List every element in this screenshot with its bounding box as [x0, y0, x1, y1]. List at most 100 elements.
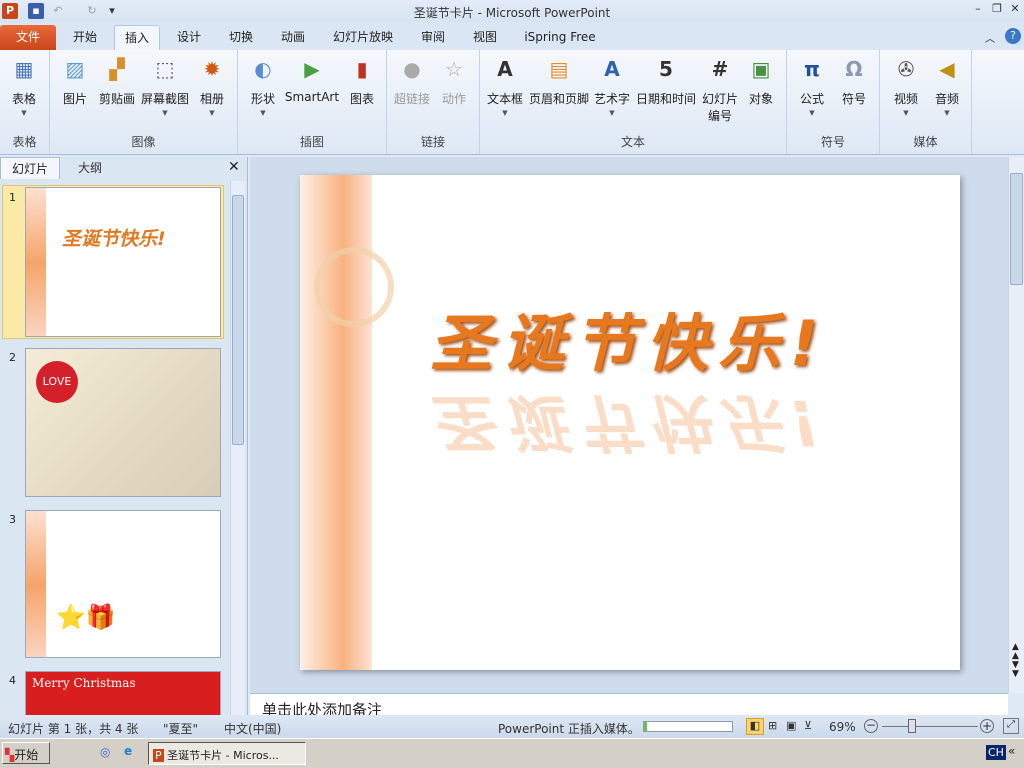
shapes-button[interactable]: ◐ 形状 ▼ [244, 54, 282, 117]
button-label: 文本框 [486, 92, 523, 106]
ribbon-insert: 表格 ▦ 表格 ▼ 图像 ▨ 图片 ▞ 剪贴画 ⬚ 屏幕截图 ▼ ✹ 相册 ▼ 插图 ◐ 形状 ▼ ▶ SmartArt… [0, 50, 1024, 155]
editor-scrollbar[interactable]: ▲ ▲ ▼ ▼ [1008, 157, 1024, 693]
photo-album-button[interactable]: ✹ 相册 ▼ [194, 54, 230, 117]
tab-7[interactable]: 审阅 [410, 25, 456, 50]
taskbar-window-powerpoint[interactable]: P 圣诞节卡片 - Micros... [148, 742, 306, 765]
textbox-button[interactable]: A 文本框 ▼ [483, 54, 527, 117]
object-button[interactable]: ▣ 对象 [744, 54, 778, 107]
wordart-button[interactable]: A 艺术字 ▼ [592, 54, 632, 117]
tray-expand-icon[interactable]: « [1008, 744, 1015, 758]
slide-count: 幻灯片 第 1 张，共 4 张 [8, 722, 139, 736]
hyperlink-button[interactable]: ● 超链接 [390, 54, 434, 107]
zoom-slider[interactable] [882, 726, 978, 727]
start-label: 开始 [14, 748, 39, 762]
group-label: 符号 [820, 135, 845, 149]
slides-scrollbar[interactable] [230, 181, 245, 715]
smartart-button[interactable]: ▶ SmartArt [283, 54, 341, 104]
tab-outline[interactable]: 大纲 [60, 157, 120, 179]
normal-view-icon[interactable]: ◧ [746, 718, 764, 735]
slide-sorter-icon[interactable]: ⊞ [768, 719, 777, 732]
title-bar: P ▪ ↶ ↻ ▾ 圣诞节卡片 - Microsoft PowerPoint –… [0, 0, 1024, 22]
chart-button[interactable]: ▮ 图表 [344, 54, 380, 107]
scrollbar-thumb[interactable] [1010, 173, 1023, 285]
scrollbar-thumb[interactable] [232, 195, 244, 445]
zoom-slider-thumb[interactable] [908, 719, 916, 733]
fit-to-window-icon[interactable]: ⤢ [1003, 718, 1019, 734]
close-button[interactable]: ✕ [1007, 2, 1023, 16]
slide-thumbnail-3[interactable]: ⭐🎁 [25, 510, 221, 658]
action-button[interactable]: ☆ 动作 [436, 54, 472, 107]
taskbar: ▚开始 ◎ e P 圣诞节卡片 - Micros... CH « [0, 738, 1024, 768]
tab-3[interactable]: 设计 [166, 25, 212, 50]
button-label: 图表 [349, 92, 374, 106]
symbol-icon: Ω [845, 57, 863, 81]
tab-slides[interactable]: 幻灯片 [0, 157, 60, 179]
button-label: 幻灯片编号 [701, 92, 738, 123]
equation-button[interactable]: π 公式 ▼ [794, 54, 830, 117]
tab-1[interactable]: 开始 [60, 25, 110, 50]
group-label: 链接 [420, 135, 445, 149]
quicklaunch-icon[interactable]: ◎ [100, 745, 110, 759]
symbol-button[interactable]: Ω 符号 [836, 54, 872, 107]
reading-view-icon[interactable]: ▣ [786, 719, 796, 732]
slide-thumbnail-4[interactable]: Merry Christmas [25, 671, 221, 715]
button-label: 表格 [11, 92, 36, 106]
table-button[interactable]: ▦ 表格 ▼ [2, 54, 46, 117]
language[interactable]: 中文(中国) [224, 720, 281, 737]
chevron-down-icon: ▼ [502, 109, 508, 117]
clipart-icon: ▞ [109, 57, 125, 81]
button-label: 公式 [799, 92, 824, 106]
slide-thumbnail-2[interactable]: LOVE [25, 348, 221, 497]
slideshow-icon[interactable]: ⊻ [804, 719, 812, 732]
picture-button[interactable]: ▨ 图片 [55, 54, 95, 107]
close-panel-icon[interactable]: ✕ [228, 159, 240, 175]
slide-number: 2 [9, 351, 16, 364]
slide-number-button[interactable]: # 幻灯片编号 [698, 54, 742, 124]
audio-icon: ◀ [939, 57, 955, 81]
group-label: 表格 [12, 135, 37, 149]
slide-canvas[interactable]: 圣诞节快乐! 圣诞节快乐! [300, 175, 960, 670]
help-icon[interactable]: ? [1005, 28, 1021, 44]
prev-next-slide-icons[interactable]: ▲ ▲ ▼ ▼ [1012, 643, 1019, 679]
button-label: 对象 [748, 92, 773, 106]
start-button[interactable]: ▚开始 [2, 742, 50, 764]
minimize-button[interactable]: – [970, 2, 986, 16]
tab-5[interactable]: 动画 [270, 25, 316, 50]
tab-9[interactable]: iSpring Free [514, 25, 606, 50]
screenshot-button[interactable]: ⬚ 屏幕截图 ▼ [140, 54, 190, 117]
zoom-level[interactable]: 69% [829, 720, 856, 734]
datetime-button[interactable]: 5 日期和时间 [634, 54, 698, 107]
minimize-ribbon-icon[interactable]: ︿ [985, 30, 995, 45]
clipart-button[interactable]: ▞ 剪贴画 [96, 54, 138, 107]
audio-button[interactable]: ◀ 音频 ▼ [930, 54, 964, 117]
chevron-down-icon: ▼ [162, 109, 168, 117]
button-label: SmartArt [284, 90, 340, 104]
equation-icon: π [804, 57, 820, 81]
video-button[interactable]: ✇ 视频 ▼ [884, 54, 928, 117]
button-label: 动作 [441, 92, 466, 106]
notes-pane[interactable]: 单击此处添加备注 [250, 693, 1008, 715]
internet-explorer-icon[interactable]: e [124, 744, 132, 758]
button-label: 形状 [250, 92, 275, 106]
zoom-in-button[interactable]: + [980, 719, 994, 733]
ring-decoration [314, 247, 394, 327]
slide-title-reflection: 圣诞节快乐! [430, 386, 829, 459]
slide-title[interactable]: 圣诞节快乐! [430, 293, 828, 383]
tab-6[interactable]: 幻灯片放映 [322, 25, 404, 50]
zoom-out-button[interactable]: − [864, 719, 878, 733]
ime-indicator[interactable]: CH [986, 745, 1006, 760]
tab-8[interactable]: 视图 [462, 25, 508, 50]
button-label: 图片 [62, 92, 87, 106]
screenshot-icon: ⬚ [155, 57, 175, 81]
restore-button[interactable]: ❐ [989, 2, 1005, 16]
theme-name[interactable]: "夏至" [163, 720, 198, 737]
header-footer-button[interactable]: ▤ 页眉和页脚 [528, 54, 590, 107]
header-footer-icon: ▤ [549, 57, 569, 81]
button-label: 艺术字 [593, 92, 630, 106]
photo-album-icon: ✹ [203, 57, 221, 81]
tab-4[interactable]: 切换 [218, 25, 264, 50]
tab-2[interactable]: 插入 [114, 25, 160, 50]
tab-0[interactable]: 文件 [0, 25, 56, 50]
slide-thumbnail-1[interactable]: 圣诞节快乐! [25, 187, 221, 337]
group-label: 媒体 [913, 135, 938, 149]
